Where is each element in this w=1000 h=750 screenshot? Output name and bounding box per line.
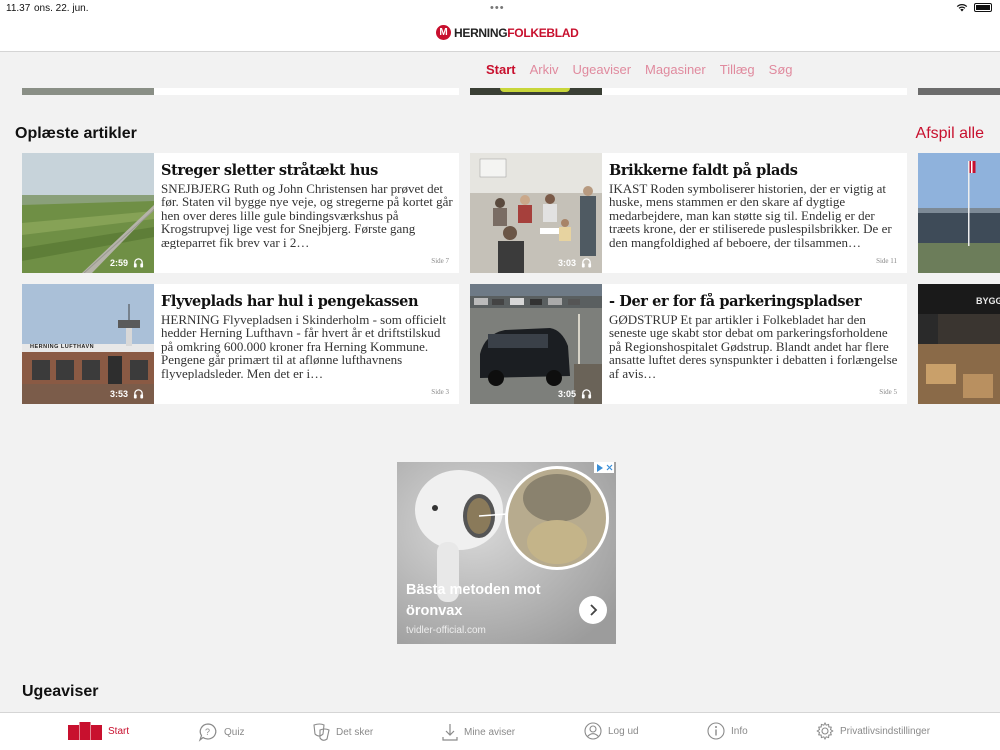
- brand-logo[interactable]: M HERNING FOLKEBLAD: [436, 25, 579, 40]
- battery-icon: [974, 3, 992, 12]
- status-bar: 11.37 ons. 22. jun. •••: [0, 0, 1000, 18]
- previous-row-card[interactable]: [470, 88, 907, 95]
- headphones-icon: [133, 389, 144, 399]
- tabbar-label: Start: [108, 725, 130, 737]
- wifi-icon: [956, 3, 968, 12]
- audio-duration: 2:59: [110, 257, 144, 268]
- headphones-icon: [133, 258, 144, 268]
- article-page-ref: Side 7: [431, 257, 449, 265]
- previous-row-card[interactable]: [918, 88, 1000, 95]
- masks-icon: [313, 723, 330, 741]
- airport-sign: HERNING LUFTHAVN: [30, 344, 95, 350]
- section-title-ugeaviser: Ugeaviser: [22, 683, 99, 700]
- tab-soeg[interactable]: Søg: [769, 62, 793, 77]
- tabbar-label: Info: [731, 725, 748, 737]
- duration-label: 3:05: [558, 388, 577, 399]
- article-card-partial[interactable]: BYGG: [918, 284, 1000, 404]
- article-card-partial[interactable]: [918, 153, 1000, 273]
- brand-name-part2: FOLKEBLAD: [507, 25, 579, 40]
- user-icon: [584, 722, 602, 740]
- advertisement[interactable]: Bästa metoden mot öronvax tvidler-offici…: [397, 462, 616, 644]
- ad-source: tvidler-official.com: [406, 625, 486, 636]
- tab-arkiv[interactable]: Arkiv: [530, 62, 559, 77]
- multitasking-dots-icon[interactable]: •••: [490, 2, 505, 14]
- previous-row-card[interactable]: [22, 88, 459, 95]
- tabbar-label: Quiz: [224, 726, 245, 738]
- headphones-icon: [581, 389, 592, 399]
- article-teaser: IKAST Roden symboliserer historien, der …: [609, 182, 892, 249]
- article-headline: Flyveplads har hul i pengekassen: [161, 293, 419, 310]
- audio-duration: 3:03: [558, 257, 592, 268]
- bottom-tab-bar: Start ? Quiz Det sker Mine aviser Log ud…: [0, 712, 1000, 750]
- article-card[interactable]: 3:03 Brikkerne faldt på plads IKAST Rode…: [470, 153, 907, 273]
- tabbar-log-ud[interactable]: Log ud: [584, 722, 639, 740]
- article-card[interactable]: HERNING LUFTHAVN 3:53 Flyveplads har hul…: [22, 284, 459, 404]
- info-icon: [707, 722, 725, 740]
- ad-headline: Bästa metoden mot öronvax: [406, 582, 541, 619]
- duration-label: 3:53: [110, 388, 129, 399]
- article-teaser: SNEJBJERG Ruth og John Christensen har p…: [161, 182, 453, 249]
- duration-label: 2:59: [110, 257, 129, 268]
- status-date: ons. 22. jun.: [34, 3, 89, 14]
- article-teaser: GØDSTRUP Et par artikler i Folkebladet h…: [609, 313, 898, 380]
- brand-logo-mark-icon: M: [436, 25, 451, 40]
- tabbar-label: Privatlivsindstillinger: [840, 725, 931, 737]
- duration-label: 3:03: [558, 257, 577, 268]
- article-teaser: HERNING Flyvepladsen i Skinderholm - som…: [161, 313, 447, 380]
- article-image: 2:59: [22, 153, 154, 273]
- tab-ugeaviser[interactable]: Ugeaviser: [573, 62, 632, 77]
- article-page-ref: Side 3: [431, 388, 449, 396]
- ad-next-arrow-icon[interactable]: [579, 596, 607, 624]
- article-card[interactable]: 2:59 Streger sletter stråtækt hus SNEJBJ…: [22, 153, 459, 273]
- article-image: HERNING LUFTHAVN 3:53: [22, 284, 154, 404]
- article-headline: Brikkerne faldt på plads: [609, 162, 798, 179]
- article-page-ref: Side 5: [879, 388, 897, 396]
- tab-start[interactable]: Start: [486, 62, 516, 77]
- play-all-button[interactable]: Afspil alle: [916, 125, 984, 143]
- building-sign: BYGG: [976, 296, 1000, 306]
- download-icon: [442, 724, 458, 741]
- newspaper-icon: [68, 722, 102, 740]
- brand-name-part1: HERNING: [454, 25, 508, 40]
- tab-magasiner[interactable]: Magasiner: [645, 62, 706, 77]
- app-header: M HERNING FOLKEBLAD: [0, 18, 1000, 52]
- svg-text:?: ?: [205, 727, 210, 737]
- gear-icon: [816, 722, 834, 740]
- tabbar-label: Log ud: [608, 725, 639, 737]
- article-image: 3:03: [470, 153, 602, 273]
- tabbar-label: Det sker: [336, 726, 374, 738]
- tabbar-det-sker[interactable]: Det sker: [312, 722, 373, 742]
- headphones-icon: [581, 258, 592, 268]
- audio-duration: 3:53: [110, 388, 144, 399]
- quiz-bubble-icon: ?: [198, 723, 217, 742]
- tabbar-quiz[interactable]: ? Quiz: [198, 722, 245, 742]
- article-headline: - Der er for få parkeringspladser: [609, 293, 862, 310]
- tabbar-mine-aviser[interactable]: Mine aviser: [442, 722, 515, 742]
- article-page-ref: Side 11: [876, 257, 897, 265]
- tabbar-privatlivsindstillinger[interactable]: Privatlivsindstillinger: [816, 722, 930, 740]
- status-time: 11.37: [6, 3, 31, 14]
- tab-tillaeg[interactable]: Tillæg: [720, 62, 755, 77]
- tabbar-label: Mine aviser: [464, 726, 516, 738]
- article-headline: Streger sletter stråtækt hus: [161, 162, 378, 179]
- adchoices-icon[interactable]: [594, 462, 614, 473]
- article-card[interactable]: 3:05 - Der er for få parkeringspladser G…: [470, 284, 907, 404]
- tabbar-info[interactable]: Info: [707, 722, 748, 740]
- tabbar-start[interactable]: Start: [68, 722, 129, 740]
- article-image: [918, 153, 1000, 273]
- section-title: Oplæste artikler: [15, 125, 137, 142]
- audio-duration: 3:05: [558, 388, 592, 399]
- article-image: 3:05: [470, 284, 602, 404]
- section-nav: Start Arkiv Ugeaviser Magasiner Tillæg S…: [486, 62, 793, 77]
